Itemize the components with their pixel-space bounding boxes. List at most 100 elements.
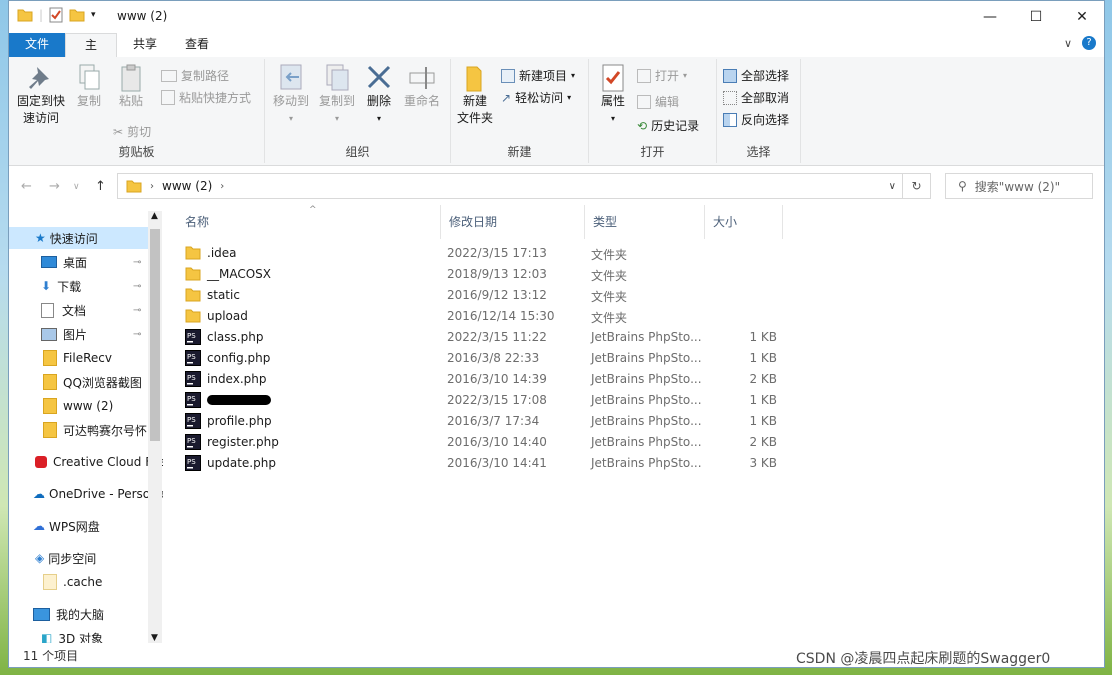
cut-button[interactable]: ✂ 剪切	[113, 123, 151, 140]
easy-access-button[interactable]: ↗ 轻松访问 ▾	[501, 89, 571, 106]
nav-creative-cloud[interactable]: Creative Cloud Files	[9, 451, 163, 473]
nav-item-filerecv[interactable]: FileRecv	[9, 347, 112, 369]
file-row[interactable]: .idea 2022/3/15 17:13 文件夹	[185, 243, 785, 264]
scroll-thumb[interactable]	[150, 229, 160, 441]
file-date: 2022/3/15 17:08	[447, 393, 547, 407]
copy-label: 复制	[76, 94, 101, 108]
nav-item-downloads[interactable]: ⬇ 下载 ⊸	[9, 275, 148, 297]
paste-shortcut-button[interactable]: 粘贴快捷方式	[161, 89, 251, 106]
copy-to-button[interactable]: 复制到 ▾	[315, 63, 359, 127]
close-button[interactable]: ✕	[1059, 1, 1105, 33]
paste-button[interactable]: 粘贴	[113, 63, 149, 110]
copy-to-icon	[326, 64, 349, 91]
file-row[interactable]: PS register.php 2016/3/10 14:40 JetBrains P…	[185, 432, 785, 453]
nav-item-qq-screenshots[interactable]: QQ浏览器截图	[9, 371, 142, 393]
nav-item-desktop[interactable]: 桌面 ⊸	[9, 251, 148, 273]
file-name: index.php	[207, 372, 267, 386]
nav-item-pictures[interactable]: 图片 ⊸	[9, 323, 148, 345]
history-button[interactable]: ⟲ 历史记录	[637, 117, 699, 134]
svg-text:PS: PS	[187, 332, 196, 340]
invert-selection-button[interactable]: 反向选择	[723, 111, 789, 128]
nav-item-kedaya[interactable]: 可达鸭赛尔号怀旧	[9, 419, 159, 441]
nav-wps[interactable]: ☁ WPS网盘	[9, 515, 100, 537]
copy-path-button[interactable]: 复制路径	[161, 67, 229, 84]
file-date: 2016/3/10 14:40	[447, 435, 547, 449]
window-title: www (2)	[117, 9, 168, 23]
nav-onedrive[interactable]: ☁ OneDrive - Personal	[9, 483, 163, 505]
delete-button[interactable]: 删除 ▾	[363, 63, 395, 127]
file-date: 2018/9/13 12:03	[447, 267, 547, 281]
up-arrow-icon[interactable]: ↑	[95, 179, 106, 194]
file-type: JetBrains PhpSto...	[591, 456, 702, 470]
nav-3d-objects[interactable]: ◧ 3D 对象	[9, 627, 103, 643]
select-all-button[interactable]: 全部选择	[723, 67, 789, 84]
file-type: 文件夹	[591, 269, 628, 283]
scroll-down-icon[interactable]: ▼	[151, 633, 158, 643]
nav-item-documents[interactable]: 文档 ⊸	[9, 299, 148, 321]
file-row[interactable]: PS index.php 2016/3/10 14:39 JetBrains PhpS…	[185, 369, 785, 390]
properties-checklist-icon[interactable]	[49, 7, 63, 23]
ribbon: 固定到快 速访问 复制 粘贴 复制路径 粘贴快捷方式 ✂ 剪切 剪贴板 移动到 …	[9, 57, 1104, 166]
file-row[interactable]: static 2016/9/12 13:12 文件夹	[185, 285, 785, 306]
copy-path-icon	[161, 69, 177, 82]
breadcrumb-separator-icon: ›	[220, 180, 225, 192]
navigation-pane: ★ 快速访问 桌面 ⊸ ⬇ 下载 ⊸ 文档 ⊸ 图片 ⊸ FileRecv QQ…	[9, 211, 163, 643]
search-box[interactable]: ⚲ 搜索"www (2)"	[945, 173, 1093, 199]
pin-to-quick-access-button[interactable]: 固定到快 速访问	[13, 63, 69, 127]
column-header-size[interactable]: 大小	[705, 205, 783, 239]
nav-sync-space[interactable]: ◈ 同步空间	[9, 547, 96, 569]
tab-share[interactable]: 共享	[119, 33, 171, 57]
tab-view[interactable]: 查看	[171, 33, 223, 57]
back-arrow-icon[interactable]: ←	[21, 179, 32, 194]
move-to-button[interactable]: 移动到 ▾	[269, 63, 313, 127]
title-bar: | ▾ www (2) — ☐ ✕	[9, 1, 1104, 33]
collapse-ribbon-chevron-icon[interactable]: ∨	[1064, 37, 1072, 50]
nav-quick-access[interactable]: ★ 快速访问	[9, 227, 148, 249]
select-none-button[interactable]: 全部取消	[723, 89, 789, 106]
file-row[interactable]: upload 2016/12/14 15:30 文件夹	[185, 306, 785, 327]
file-row[interactable]: PS update.php 2016/3/10 14:41 JetBrains Php…	[185, 453, 785, 474]
column-header-date[interactable]: 修改日期	[441, 205, 585, 239]
nav-scrollbar[interactable]: ▲ ▼	[148, 211, 162, 643]
file-name: update.php	[207, 456, 276, 470]
breadcrumb-path[interactable]: www (2)	[162, 179, 212, 193]
copy-button[interactable]: 复制	[71, 63, 107, 110]
help-icon[interactable]: ?	[1082, 36, 1096, 50]
download-arrow-icon: ⬇	[41, 279, 52, 293]
column-header-type[interactable]: 类型	[585, 205, 705, 239]
file-size: 1 KB	[749, 351, 777, 365]
file-row[interactable]: __MACOSX 2018/9/13 12:03 文件夹	[185, 264, 785, 285]
select-all-label: 全部选择	[741, 69, 790, 83]
scroll-up-icon[interactable]: ▲	[151, 211, 158, 221]
address-dropdown-chevron-icon[interactable]: ∨	[889, 181, 896, 192]
minimize-button[interactable]: —	[967, 1, 1013, 33]
tab-home[interactable]: 主页	[65, 33, 117, 74]
tab-file[interactable]: 文件	[9, 33, 65, 57]
edit-button[interactable]: 编辑	[637, 93, 679, 110]
column-header-name[interactable]: 名称 ^	[177, 205, 441, 239]
nav-cache[interactable]: .cache	[9, 571, 102, 593]
new-folder-button[interactable]: 新建 文件夹	[455, 63, 495, 127]
address-bar[interactable]: › www (2) › ∨	[117, 173, 903, 199]
properties-button[interactable]: 属性 ▾	[595, 63, 631, 127]
file-name: __MACOSX	[207, 267, 272, 281]
file-row[interactable]: PS config.php 2016/3/8 22:33 JetBrains PhpS…	[185, 348, 785, 369]
new-folder-icon[interactable]	[69, 8, 85, 22]
customize-toolbar-chevron-icon[interactable]: ▾	[91, 10, 96, 20]
forward-arrow-icon[interactable]: →	[49, 179, 60, 194]
copy-to-label: 复制到	[318, 94, 355, 108]
nav-item-www2[interactable]: www (2)	[9, 395, 113, 417]
file-row[interactable]: PS profile.php 2016/3/7 17:34 JetBrains Php…	[185, 411, 785, 432]
maximize-button[interactable]: ☐	[1013, 1, 1059, 33]
new-folder-label-2: 文件夹	[456, 111, 493, 125]
folder-icon	[17, 9, 33, 22]
open-button[interactable]: 打开 ▾	[637, 67, 687, 84]
file-size: 2 KB	[749, 372, 777, 386]
recent-locations-chevron-icon[interactable]: ∨	[73, 182, 80, 192]
new-item-button[interactable]: 新建项目 ▾	[501, 67, 575, 84]
refresh-button[interactable]: ↻	[903, 173, 931, 199]
nav-this-pc[interactable]: 我的大脑	[9, 603, 104, 625]
file-row[interactable]: PS 2022/3/15 17:08 JetBrains PhpSto... 1 KB	[185, 390, 785, 411]
file-row[interactable]: PS class.php 2022/3/15 11:22 JetBrains PhpS…	[185, 327, 785, 348]
rename-button[interactable]: 重命名	[401, 63, 443, 110]
